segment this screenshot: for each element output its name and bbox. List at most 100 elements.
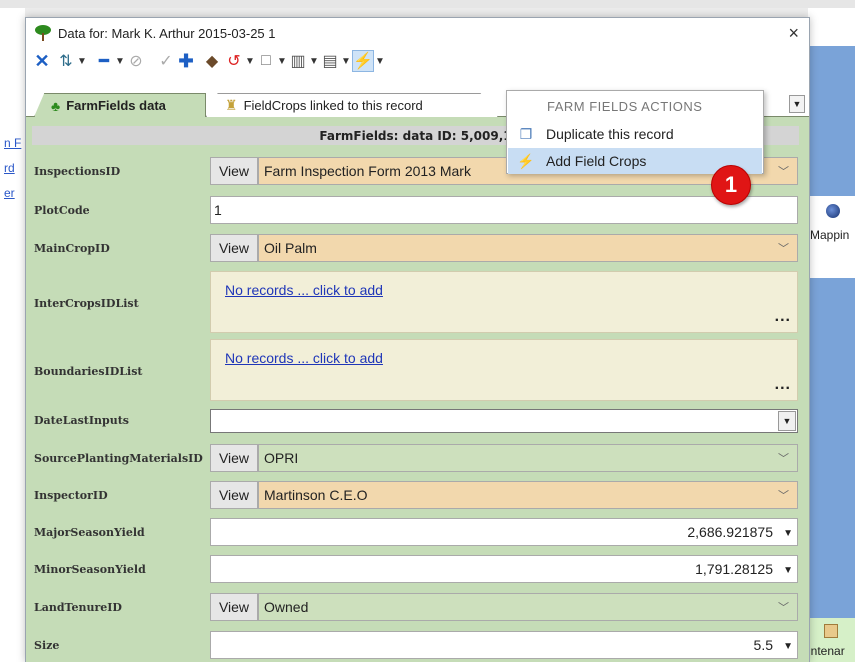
field-label: MinorSeasonYield (34, 563, 146, 576)
step-badge: 1 (711, 165, 751, 205)
view-button[interactable]: View (210, 593, 258, 621)
menu-item-label: Add Field Crops (546, 153, 647, 169)
background-right-panel: Mappin intenar (808, 8, 855, 662)
size-input[interactable]: 5.5 ▼ (210, 631, 798, 659)
view-button[interactable]: View (210, 481, 258, 509)
chevron-down-icon[interactable]: ▼ (783, 641, 793, 652)
record-form: FarmFields: data ID: 5,009,1 Inspections… (26, 117, 809, 662)
chevron-down-icon[interactable]: ▼ (374, 50, 386, 72)
menu-item-duplicate[interactable]: ❐ Duplicate this record (508, 121, 762, 147)
chevron-down-icon: ﹀ (778, 243, 789, 255)
field-minorseason: MinorSeasonYield 1,791.28125 ▼ (26, 555, 809, 583)
chevron-down-icon[interactable]: ▼ (244, 50, 256, 72)
chevron-down-icon: ﹀ (778, 602, 789, 614)
field-label: MajorSeasonYield (34, 526, 145, 539)
view-button[interactable]: View (210, 234, 258, 262)
menu-header: FARM FIELDS ACTIONS (547, 99, 703, 114)
field-label: MainCropID (34, 242, 110, 255)
chevron-down-icon[interactable]: ▼ (340, 50, 352, 72)
field-label: BoundariesIDList (34, 365, 143, 378)
background-link-1[interactable]: n F (4, 136, 21, 150)
globe-icon (826, 204, 840, 218)
field-size: Size 5.5 ▼ (26, 631, 809, 659)
field-label: InspectionsID (34, 165, 121, 178)
field-label: PlotCode (34, 204, 90, 217)
mapping-tile-label: Mappin (810, 228, 850, 242)
minorseason-input[interactable]: 1,791.28125 ▼ (210, 555, 798, 583)
chevron-down-icon[interactable]: ▼ (783, 528, 793, 539)
number-value: 2,686.921875 (687, 524, 773, 540)
eraser-icon[interactable]: ◆ (202, 50, 222, 72)
field-datelast: DateLastInputs ▼ (26, 409, 809, 433)
more-button[interactable]: ... (775, 376, 791, 394)
menu-item-label: Duplicate this record (546, 126, 674, 142)
data-window: Data for: Mark K. Arthur 2015-03-25 1 × … (25, 17, 810, 662)
link-icon[interactable]: ⊘ (126, 50, 146, 72)
chevron-down-icon[interactable]: ▼ (276, 50, 288, 72)
undo-icon[interactable]: ↺ (224, 50, 244, 72)
chevron-down-icon: ﹀ (778, 453, 789, 465)
sort-icon[interactable]: ⇅ (56, 50, 76, 72)
background-left-panel: n F rd er (0, 8, 25, 662)
form-icon[interactable]: ▤ (320, 50, 340, 72)
tab-farmfields-data[interactable]: ♣ FarmFields data (34, 93, 206, 117)
background-link-3[interactable]: er (4, 186, 15, 200)
sourceplanting-select[interactable]: OPRI ﹀ (258, 444, 798, 472)
tree-icon (35, 25, 51, 41)
chevron-down-icon[interactable]: ▼ (114, 50, 126, 72)
view-button[interactable]: View (210, 157, 258, 185)
background-blue-area (808, 46, 855, 196)
intercrops-list: No records ... click to add ... (210, 271, 798, 333)
add-boundaries-link[interactable]: No records ... click to add (225, 350, 383, 366)
select-value: Martinson C.E.O (264, 487, 368, 503)
cancel-icon[interactable]: ✕ (32, 50, 52, 72)
inspector-select[interactable]: Martinson C.E.O ﹀ (258, 481, 798, 509)
landtenure-select[interactable]: Owned ﹀ (258, 593, 798, 621)
columns-icon[interactable]: ▥ (288, 50, 308, 72)
chevron-down-icon[interactable]: ▼ (778, 411, 796, 431)
maintenance-tile-label: intenar (808, 644, 845, 658)
chevron-down-icon[interactable]: ▼ (783, 565, 793, 576)
view-button[interactable]: View (210, 444, 258, 472)
plotcode-input[interactable]: 1 (210, 196, 798, 224)
tab-fieldcrops[interactable]: ♜ FieldCrops linked to this record (206, 93, 498, 117)
boundaries-list: No records ... click to add ... (210, 339, 798, 401)
maincrop-select[interactable]: Oil Palm ﹀ (258, 234, 798, 262)
field-label: DateLastInputs (34, 414, 129, 427)
chevron-down-icon: ﹀ (778, 166, 789, 178)
field-intercrops: InterCropsIDList No records ... click to… (26, 271, 809, 333)
field-boundaries: BoundariesIDList No records ... click to… (26, 339, 809, 401)
field-majorseason: MajorSeasonYield 2,686.921875 ▼ (26, 518, 809, 546)
field-label: Size (34, 639, 60, 652)
field-landtenure: LandTenureID View Owned ﹀ (26, 593, 809, 621)
number-value: 5.5 (753, 637, 773, 653)
field-label: InterCropsIDList (34, 297, 139, 310)
field-inspector: InspectorID View Martinson C.E.O ﹀ (26, 481, 809, 509)
chevron-down-icon[interactable]: ▼ (76, 50, 88, 72)
tab-label: FarmFields data (66, 98, 166, 113)
copy-icon: ❐ (519, 125, 533, 142)
field-maincrop: MainCropID View Oil Palm ﹀ (26, 234, 809, 262)
close-icon[interactable]: × (788, 24, 799, 42)
document-icon[interactable]: □ (256, 50, 276, 72)
select-value: Farm Inspection Form 2013 Mark (264, 163, 471, 179)
chevron-down-icon[interactable]: ▼ (308, 50, 320, 72)
lightning-icon[interactable]: ⚡ (352, 50, 374, 72)
field-label: LandTenureID (34, 601, 122, 614)
datelast-input[interactable]: ▼ (210, 409, 798, 433)
maintenance-tile[interactable]: intenar (808, 618, 855, 662)
select-value: Oil Palm (264, 240, 317, 256)
add-intercrops-link[interactable]: No records ... click to add (225, 282, 383, 298)
more-button[interactable]: ... (775, 308, 791, 326)
tab-dropdown-button[interactable]: ▼ (789, 95, 805, 113)
background-link-2[interactable]: rd (4, 161, 15, 175)
field-label: SourcePlantingMaterialsID (34, 452, 203, 465)
add-icon[interactable]: ✚ (176, 50, 196, 72)
remove-icon[interactable]: ━ (94, 50, 114, 72)
field-label: InspectorID (34, 489, 108, 502)
mapping-tile[interactable]: Mappin (808, 196, 855, 278)
majorseason-input[interactable]: 2,686.921875 ▼ (210, 518, 798, 546)
tab-label: FieldCrops linked to this record (243, 98, 423, 113)
check-icon[interactable]: ✓ (156, 50, 176, 72)
background-blue-area-2 (808, 278, 855, 618)
